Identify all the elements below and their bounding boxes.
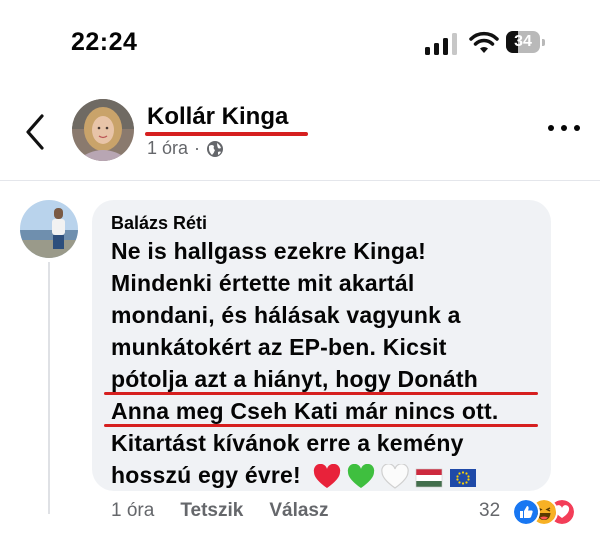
more-options-icon[interactable] bbox=[548, 123, 580, 133]
commenter-name[interactable]: Balázs Réti bbox=[111, 213, 207, 234]
like-button[interactable]: Tetszik bbox=[180, 500, 243, 522]
comment-last-line: hosszú egy évre! bbox=[111, 462, 477, 490]
red-heart-icon bbox=[314, 463, 341, 488]
comment-thread-line bbox=[48, 262, 50, 514]
status-time: 22:24 bbox=[71, 28, 138, 56]
author-avatar[interactable] bbox=[72, 99, 134, 161]
meta-separator: · bbox=[194, 138, 201, 158]
highlight-underline bbox=[104, 424, 538, 427]
header-divider bbox=[0, 180, 600, 181]
comment-text-line: Anna meg Cseh Kati már nincs ott. bbox=[111, 398, 499, 424]
author-name-annotation-underline bbox=[145, 132, 308, 136]
post-meta: 1 óra · bbox=[147, 138, 224, 159]
comment-time[interactable]: 1 óra bbox=[111, 500, 154, 522]
post-header: Kollár Kinga 1 óra · bbox=[0, 88, 600, 178]
comment-text-line: Kitartást kívánok erre a kemény bbox=[111, 430, 464, 456]
white-heart-icon bbox=[381, 463, 410, 489]
comment-text-line: hosszú egy évre! bbox=[111, 462, 301, 488]
post-author-name[interactable]: Kollár Kinga bbox=[147, 103, 288, 131]
comment-text-line: pótolja azt a hiányt, hogy Donáth bbox=[111, 366, 478, 392]
highlight-underline bbox=[104, 392, 538, 395]
eu-flag-icon bbox=[450, 468, 477, 487]
reply-button[interactable]: Válasz bbox=[269, 500, 328, 522]
comment-text-line: munkátokért az EP-ben. Kicsit bbox=[111, 334, 447, 360]
wifi-icon bbox=[469, 31, 499, 53]
green-heart-icon bbox=[348, 463, 375, 488]
emoji-row bbox=[313, 463, 477, 490]
commenter-avatar[interactable] bbox=[20, 200, 78, 258]
like-reaction-icon bbox=[512, 498, 540, 526]
comment-text-line: Mindenki értette mit akartál bbox=[111, 270, 415, 296]
reaction-summary[interactable] bbox=[512, 498, 592, 526]
post-time[interactable]: 1 óra bbox=[147, 138, 188, 159]
hungary-flag-icon bbox=[416, 468, 443, 488]
globe-icon bbox=[207, 140, 224, 157]
comment-text-line: mondani, és hálásak vagyunk a bbox=[111, 302, 461, 328]
reaction-count[interactable]: 32 bbox=[479, 500, 500, 522]
cellular-signal-icon bbox=[425, 33, 461, 55]
comment-actions: 1 óra Tetszik Válasz bbox=[111, 500, 328, 522]
status-bar: 22:24 34 bbox=[0, 0, 600, 70]
battery-level: 34 bbox=[514, 33, 532, 50]
back-chevron-icon[interactable] bbox=[22, 112, 50, 152]
comment-text-line: Ne is hallgass ezekre Kinga! bbox=[111, 238, 426, 264]
battery-icon: 34 bbox=[506, 31, 546, 55]
